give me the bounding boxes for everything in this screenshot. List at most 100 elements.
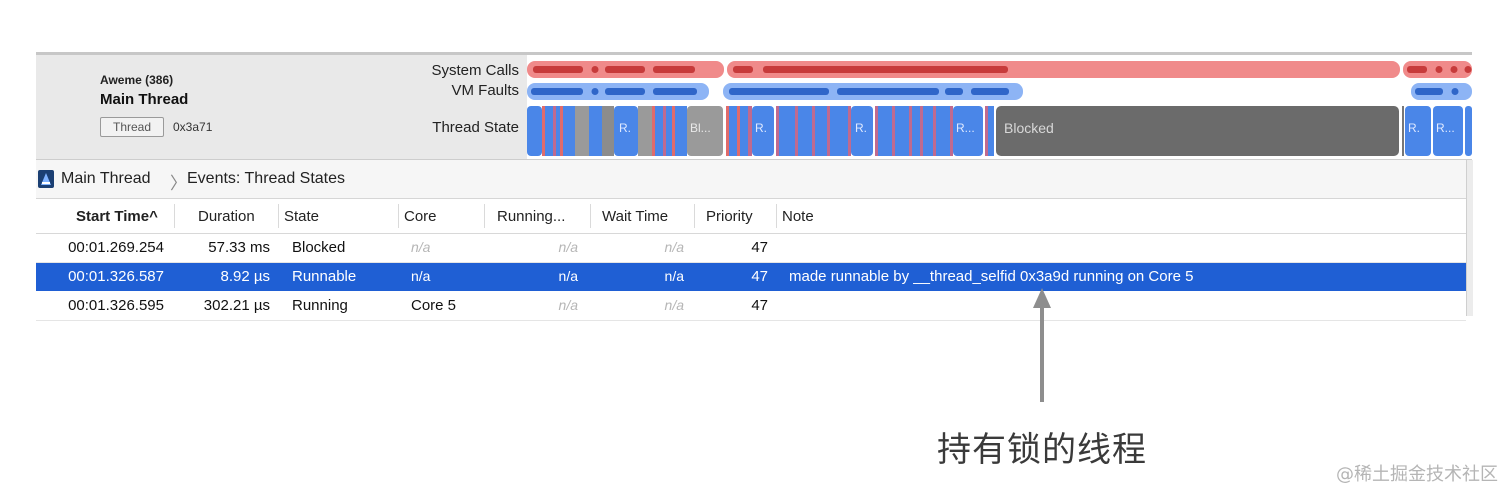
cell-core: n/a — [411, 268, 431, 284]
state-running[interactable] — [895, 106, 909, 156]
cell-wait: n/a — [664, 239, 684, 255]
state-blocked-long[interactable] — [996, 106, 1399, 156]
col-running[interactable]: Running... — [497, 208, 565, 225]
blocked-label: Blocked — [1004, 120, 1054, 136]
timeline-svg[interactable] — [527, 55, 1472, 159]
thread-state-track[interactable] — [527, 106, 1472, 156]
cell-core: n/a — [411, 239, 431, 255]
state-divider — [1402, 106, 1404, 156]
cell-start-time: 00:01.326.595 — [68, 297, 164, 314]
state-running[interactable] — [830, 106, 848, 156]
vm-faults-label: VM Faults — [451, 82, 519, 99]
breadcrumb-events[interactable]: Events: Thread States — [187, 170, 345, 188]
state-syscall[interactable] — [950, 106, 953, 156]
state-syscall[interactable] — [726, 106, 729, 156]
state-running[interactable] — [563, 106, 575, 156]
state-running[interactable] — [815, 106, 827, 156]
col-wait-time[interactable]: Wait Time — [602, 208, 668, 225]
process-name: Aweme (386) — [100, 73, 174, 87]
vm-fault-burst — [605, 88, 645, 95]
cell-wait: n/a — [664, 297, 684, 313]
state-blocked[interactable] — [575, 106, 589, 156]
thread-tag: Thread — [100, 117, 164, 137]
state-syscall[interactable] — [748, 106, 752, 156]
state-running[interactable] — [740, 106, 748, 156]
state-syscall[interactable] — [652, 106, 655, 156]
state-running[interactable] — [798, 106, 812, 156]
state-running[interactable] — [936, 106, 950, 156]
vm-fault-burst — [837, 88, 939, 95]
instruments-panel: Aweme (386) Main Thread Thread 0x3a71 Sy… — [36, 52, 1473, 321]
state-running[interactable] — [729, 106, 737, 156]
state-running[interactable] — [527, 106, 542, 156]
state-syscall[interactable] — [985, 106, 988, 156]
state-syscall[interactable] — [663, 106, 666, 156]
state-runnable[interactable] — [1465, 106, 1472, 156]
col-start-time[interactable]: Start Time^ — [76, 208, 158, 225]
table-row[interactable]: 00:01.269.254 57.33 ms Blocked n/a n/a n… — [36, 234, 1466, 262]
column-divider[interactable] — [776, 204, 777, 228]
system-calls-track[interactable] — [527, 61, 1472, 78]
vm-fault-burst — [729, 88, 829, 95]
thread-title: Main Thread — [100, 91, 189, 108]
column-divider[interactable] — [174, 204, 175, 228]
state-syscall[interactable] — [892, 106, 895, 156]
state-running[interactable] — [655, 106, 663, 156]
column-divider[interactable] — [278, 204, 279, 228]
state-running[interactable] — [988, 106, 994, 156]
instruments-icon — [38, 170, 54, 188]
column-divider[interactable] — [590, 204, 591, 228]
state-running[interactable] — [666, 106, 672, 156]
table-row[interactable]: 00:01.326.595 302.21 µs Running Core 5 n… — [36, 292, 1466, 320]
cell-priority: 47 — [751, 268, 768, 285]
table-row-selected[interactable]: 00:01.326.587 8.92 µs Runnable n/a n/a n… — [36, 263, 1466, 291]
state-running[interactable] — [589, 106, 602, 156]
state-running[interactable] — [779, 106, 795, 156]
cell-state: Running — [292, 297, 348, 314]
state-running[interactable] — [556, 106, 560, 156]
state-syscall[interactable] — [875, 106, 878, 156]
runnable-label: R... — [1436, 121, 1455, 135]
column-divider[interactable] — [694, 204, 695, 228]
state-syscall[interactable] — [848, 106, 851, 156]
col-duration[interactable]: Duration — [198, 208, 255, 225]
state-blocked[interactable] — [602, 106, 614, 156]
col-priority[interactable]: Priority — [706, 208, 753, 225]
col-note[interactable]: Note — [782, 208, 814, 225]
column-divider[interactable] — [484, 204, 485, 228]
col-core[interactable]: Core — [404, 208, 437, 225]
thread-id: 0x3a71 — [173, 120, 213, 134]
vm-faults-track[interactable] — [527, 83, 1472, 100]
state-syscall[interactable] — [827, 106, 830, 156]
cell-wait: n/a — [664, 268, 684, 284]
state-blocked[interactable] — [638, 106, 652, 156]
state-syscall[interactable] — [553, 106, 556, 156]
syscall-burst — [653, 66, 695, 73]
state-syscall[interactable] — [920, 106, 923, 156]
state-running[interactable] — [878, 106, 892, 156]
state-syscall[interactable] — [737, 106, 740, 156]
scrollbar-track[interactable] — [1466, 160, 1473, 316]
state-syscall[interactable] — [542, 106, 545, 156]
state-syscall[interactable] — [795, 106, 798, 156]
state-syscall[interactable] — [812, 106, 815, 156]
state-running[interactable] — [545, 106, 553, 156]
state-running[interactable] — [912, 106, 920, 156]
state-running[interactable] — [675, 106, 687, 156]
vm-fault-burst — [945, 88, 963, 95]
state-syscall[interactable] — [672, 106, 675, 156]
vm-fault-burst — [653, 88, 697, 95]
col-state[interactable]: State — [284, 208, 319, 225]
state-syscall[interactable] — [776, 106, 779, 156]
column-divider[interactable] — [398, 204, 399, 228]
syscall-dot — [1435, 66, 1443, 73]
timeline-lanes[interactable]: R. Bl... R. R. R... Blocked R. R... — [527, 55, 1472, 159]
state-syscall[interactable] — [933, 106, 936, 156]
cell-running: n/a — [558, 239, 578, 255]
state-syscall[interactable] — [560, 106, 563, 156]
state-running[interactable] — [923, 106, 933, 156]
runnable-label: R... — [956, 121, 975, 135]
runnable-label: R. — [855, 121, 867, 135]
state-syscall[interactable] — [909, 106, 912, 156]
breadcrumb-main-thread[interactable]: Main Thread — [61, 170, 151, 188]
